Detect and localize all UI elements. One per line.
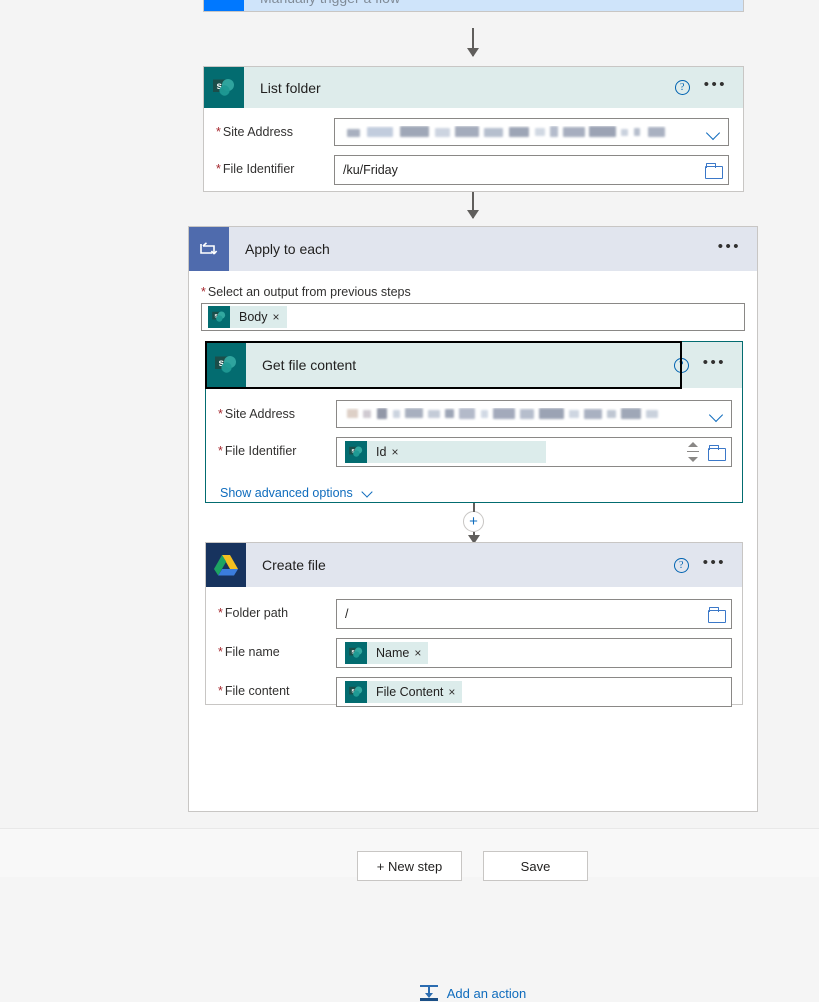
field-row-file-identifier-get-file-content: * File Identifier s Id ×: [218, 437, 732, 467]
show-advanced-options-link[interactable]: Show advanced options: [218, 476, 732, 505]
action-body-apply-to-each: * Select an output from previous steps s …: [189, 271, 757, 331]
show-advanced-options-label: Show advanced options: [220, 486, 353, 500]
action-menu-list-folder[interactable]: •••: [704, 77, 727, 95]
token-chip-label: Id: [376, 445, 387, 459]
required-asterisk: *: [218, 407, 223, 421]
folder-picker-icon[interactable]: [708, 445, 727, 461]
sharepoint-icon: s: [206, 342, 246, 388]
action-body-list-folder: * Site Address * File Identifier /ku/Fri…: [204, 108, 743, 199]
field-label-file-name: * File name: [218, 645, 280, 659]
folder-picker-icon[interactable]: [705, 163, 723, 179]
help-icon-create-file[interactable]: ?: [673, 557, 689, 573]
token-chip-body[interactable]: s Body ×: [208, 306, 287, 328]
required-asterisk: *: [218, 606, 223, 620]
action-card-get-file-content[interactable]: s Get file content ? ••• *Site Address: [205, 341, 743, 503]
action-card-apply-to-each[interactable]: Apply to each ••• * Select an output from…: [188, 226, 758, 1001]
chevron-down-icon[interactable]: [706, 124, 722, 140]
token-chip-label: File Content: [376, 685, 444, 699]
connector-line-getfile-to-createfile: [473, 503, 475, 512]
field-row-site-address-list-folder: * Site Address: [216, 118, 729, 146]
token-chip-label: Name: [376, 646, 410, 660]
action-header-apply-to-each[interactable]: Apply to each •••: [189, 227, 757, 271]
field-input-select-output[interactable]: s Body ×: [201, 303, 745, 331]
field-input-folder-path[interactable]: /: [336, 599, 732, 629]
token-chip-remove-icon[interactable]: ×: [391, 445, 405, 459]
action-title-create-file: Create file: [262, 557, 326, 573]
field-label-file-identifier-get-file-content: * File Identifier: [218, 444, 297, 458]
flow-designer-canvas: Manually trigger a flow ··· s List folde…: [0, 0, 819, 1001]
token-chip-remove-icon[interactable]: ×: [448, 685, 462, 699]
field-input-site-address-list-folder[interactable]: [334, 118, 729, 146]
sharepoint-icon: s: [345, 441, 367, 463]
field-input-file-content[interactable]: s File Content ×: [336, 677, 732, 707]
field-label-select-output: * Select an output from previous steps: [201, 285, 411, 299]
action-menu-get-file-content[interactable]: •••: [703, 355, 726, 373]
field-row-folder-path: * Folder path /: [218, 599, 732, 629]
field-value-folder-path: /: [345, 607, 349, 621]
manual-trigger-icon: [204, 0, 244, 11]
footer-command-bar: + New step Save: [0, 828, 819, 881]
action-card-manual-trigger[interactable]: Manually trigger a flow ···: [203, 0, 744, 12]
action-card-create-file[interactable]: Create file ? ••• * Folder path / * File…: [205, 542, 743, 707]
sharepoint-icon: s: [204, 67, 244, 108]
required-asterisk: *: [216, 162, 221, 176]
field-label-file-content: * File content: [218, 684, 290, 698]
folder-picker-icon[interactable]: [708, 607, 726, 623]
field-label-folder-path: * Folder path: [218, 606, 289, 620]
token-chip-remove-icon[interactable]: ×: [273, 310, 287, 324]
field-input-file-identifier-get-file-content[interactable]: s Id ×: [336, 437, 732, 467]
field-input-site-address-get-file-content[interactable]: [336, 400, 732, 428]
field-row-file-name: * File name s Name ×: [218, 638, 732, 668]
redacted-value-site-address-get-file-content: [345, 407, 709, 421]
connector-arrow-listfolder-to-loop: [467, 210, 479, 219]
help-icon-get-file-content[interactable]: ?: [673, 357, 689, 373]
loop-icon: [189, 227, 229, 271]
spinner-stepper[interactable]: [686, 441, 700, 463]
field-label-site-address-list-folder: * Site Address: [216, 125, 294, 139]
action-card-list-folder[interactable]: s List folder ? ••• * Site Address * Fil…: [203, 66, 744, 192]
connector-arrow-trigger-to-listfolder: [467, 48, 479, 57]
action-title-get-file-content: Get file content: [262, 357, 357, 373]
required-asterisk: *: [201, 285, 206, 299]
required-asterisk: *: [218, 645, 223, 659]
add-an-action-button[interactable]: Add an action: [189, 984, 757, 1002]
field-row-file-content: * File content s File Content ×: [218, 677, 732, 707]
sharepoint-icon: s: [208, 306, 230, 328]
field-row-file-identifier-list-folder: * File Identifier /ku/Friday: [216, 155, 729, 185]
action-menu-create-file[interactable]: •••: [703, 555, 726, 573]
help-icon-list-folder[interactable]: ?: [674, 80, 690, 95]
field-label-file-identifier-list-folder: * File Identifier: [216, 162, 295, 176]
action-title-list-folder: List folder: [260, 79, 321, 96]
insert-below-icon: [419, 984, 438, 1002]
field-input-file-identifier-list-folder[interactable]: /ku/Friday: [334, 155, 729, 185]
action-header-create-file[interactable]: Create file ? •••: [206, 543, 742, 587]
action-title-apply-to-each: Apply to each: [245, 241, 330, 257]
action-header-get-file-content[interactable]: s Get file content ? •••: [205, 341, 742, 389]
field-input-file-name[interactable]: s Name ×: [336, 638, 732, 668]
add-action-between-button[interactable]: +: [463, 511, 484, 532]
token-chip-remove-icon[interactable]: ×: [414, 646, 428, 660]
required-asterisk: *: [216, 125, 221, 139]
token-chip-file-content[interactable]: s File Content ×: [345, 681, 463, 703]
chevron-down-icon: [361, 485, 377, 501]
field-row-site-address-get-file-content: * Site Address: [218, 400, 732, 428]
action-title-manual-trigger: Manually trigger a flow: [244, 0, 400, 6]
field-value-file-identifier-list-folder: /ku/Friday: [343, 163, 398, 177]
redacted-value-site-address-list-folder: [343, 125, 706, 139]
action-menu-apply-to-each[interactable]: •••: [718, 239, 741, 257]
action-body-get-file-content: * Site Address * File Identifier s Id × …: [206, 388, 742, 515]
required-asterisk: *: [218, 444, 223, 458]
token-chip-id[interactable]: s Id ×: [345, 441, 546, 463]
sharepoint-icon: s: [345, 642, 367, 664]
google-drive-icon: [206, 543, 246, 587]
required-asterisk: *: [218, 684, 223, 698]
chevron-down-icon[interactable]: [709, 406, 725, 422]
field-label-site-address-get-file-content: * Site Address: [218, 407, 296, 421]
action-header-list-folder[interactable]: s List folder ? •••: [204, 67, 743, 108]
action-body-create-file: * Folder path / * File name s Name × * F…: [206, 587, 742, 717]
token-chip-label: Body: [239, 310, 268, 324]
add-an-action-label: Add an action: [446, 985, 527, 1001]
sharepoint-icon: s: [345, 681, 367, 703]
token-chip-name[interactable]: s Name ×: [345, 642, 429, 664]
